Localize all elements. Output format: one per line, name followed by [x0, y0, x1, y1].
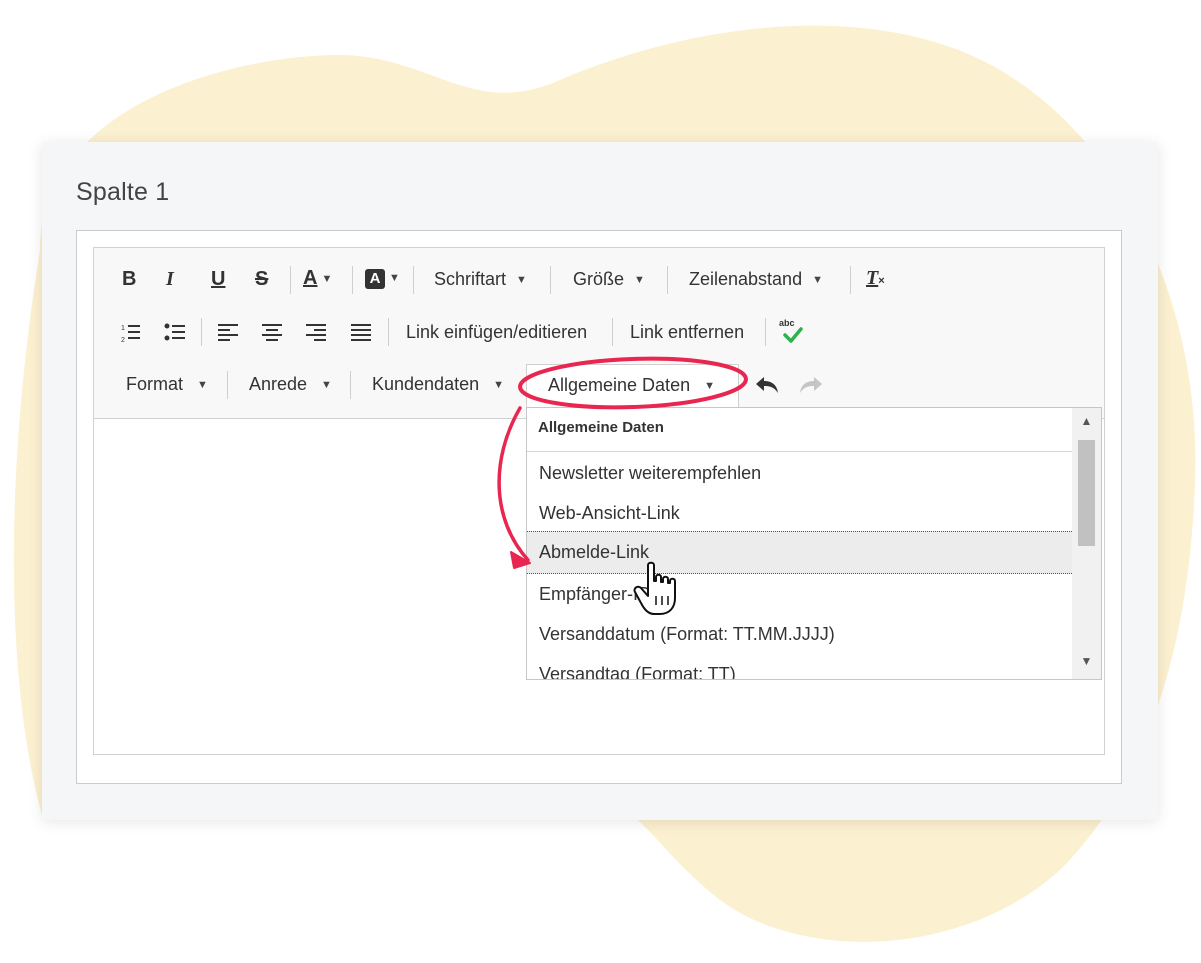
separator [201, 318, 202, 346]
separator [227, 371, 228, 399]
font-family-dropdown[interactable]: Schriftart ▼ [434, 269, 527, 290]
format-label: Format [126, 374, 184, 394]
check-icon [783, 327, 803, 343]
text-color-icon: A [303, 267, 318, 289]
chevron-down-icon: ▼ [389, 272, 400, 285]
redo-icon[interactable] [798, 374, 824, 396]
link-insert-label: Link einfügen/editieren [406, 322, 588, 342]
scrollbar-thumb[interactable] [1078, 440, 1095, 546]
strikethrough-button[interactable]: S [255, 268, 268, 291]
text-color-button[interactable]: A ▼ [303, 267, 332, 290]
strikethrough-icon: S [255, 268, 269, 290]
separator [612, 318, 613, 346]
font-family-label: Schriftart [434, 269, 507, 289]
salutation-label: Anrede [249, 374, 308, 394]
separator [667, 266, 668, 294]
link-insert-button[interactable]: Link einfügen/editieren [406, 322, 587, 343]
font-size-label: Größe [573, 269, 625, 289]
separator [413, 266, 414, 294]
align-right-icon[interactable] [306, 323, 326, 343]
customer-data-dropdown[interactable]: Kundendaten ▼ [372, 374, 504, 395]
scroll-down-icon[interactable]: ▼ [1072, 654, 1101, 674]
clear-format-icon: T [866, 267, 879, 289]
menu-item[interactable]: Versanddatum (Format: TT.MM.JJJJ) [527, 614, 1072, 654]
align-center-icon[interactable] [262, 323, 282, 343]
line-spacing-dropdown[interactable]: Zeilenabstand ▼ [689, 269, 823, 290]
bold-button[interactable]: B [122, 268, 136, 291]
link-remove-label: Link entfernen [630, 322, 745, 342]
underline-button[interactable]: U [211, 268, 225, 291]
separator [850, 266, 851, 294]
chevron-down-icon: ▼ [704, 380, 715, 393]
numbered-list-icon[interactable]: 1 2 [120, 322, 142, 344]
salutation-dropdown[interactable]: Anrede ▼ [249, 374, 332, 395]
format-dropdown[interactable]: Format ▼ [126, 374, 208, 395]
background-color-icon: A [365, 269, 385, 289]
undo-icon[interactable] [754, 374, 780, 396]
separator [350, 371, 351, 399]
menu-item[interactable]: Empfänger-ID [527, 574, 1072, 614]
font-size-dropdown[interactable]: Größe ▼ [573, 269, 645, 290]
chevron-down-icon: ▼ [321, 379, 332, 392]
general-data-dropdown[interactable]: Allgemeine Daten ▼ [548, 375, 715, 396]
separator [388, 318, 389, 346]
customer-data-label: Kundendaten [372, 374, 480, 394]
chevron-down-icon: ▼ [493, 379, 504, 392]
menu-item[interactable]: Web-Ansicht-Link [527, 493, 1072, 533]
menu-item-highlighted[interactable]: Abmelde-Link [527, 531, 1072, 574]
menu-header: Allgemeine Daten [527, 408, 1072, 452]
separator [290, 266, 291, 294]
general-data-label: Allgemeine Daten [548, 375, 691, 395]
svg-text:1: 1 [121, 325, 125, 332]
align-left-icon[interactable] [218, 323, 238, 343]
menu-item[interactable]: Newsletter weiterempfehlen [527, 453, 1072, 493]
chevron-down-icon: ▼ [812, 274, 823, 287]
scroll-up-icon[interactable]: ▲ [1072, 414, 1101, 434]
chevron-down-icon: ▼ [516, 274, 527, 287]
italic-button[interactable]: I [166, 268, 174, 291]
bullet-list-icon[interactable] [163, 322, 187, 344]
background-color-button[interactable]: A ▼ [365, 267, 400, 289]
clear-format-button[interactable]: T× [866, 267, 885, 290]
link-remove-button[interactable]: Link entfernen [630, 322, 744, 343]
separator [352, 266, 353, 294]
underline-icon: U [211, 268, 226, 290]
general-data-menu: Allgemeine Daten Newsletter weiterempfeh… [526, 407, 1102, 680]
chevron-down-icon: ▼ [634, 274, 645, 287]
italic-icon: I [166, 268, 174, 290]
menu-item[interactable]: Versandtag (Format: TT) [527, 654, 1072, 679]
chevron-down-icon: ▼ [197, 379, 208, 392]
spellcheck-button[interactable]: abc [779, 318, 805, 346]
separator [550, 266, 551, 294]
align-justify-icon[interactable] [351, 323, 371, 343]
menu-scrollbar[interactable]: ▲ ▼ [1072, 408, 1101, 679]
separator [765, 318, 766, 346]
column-title: Spalte 1 [76, 178, 170, 206]
bold-icon: B [122, 268, 137, 290]
chevron-down-icon: ▼ [321, 273, 333, 286]
line-spacing-label: Zeilenabstand [689, 269, 803, 289]
svg-text:2: 2 [121, 337, 125, 344]
